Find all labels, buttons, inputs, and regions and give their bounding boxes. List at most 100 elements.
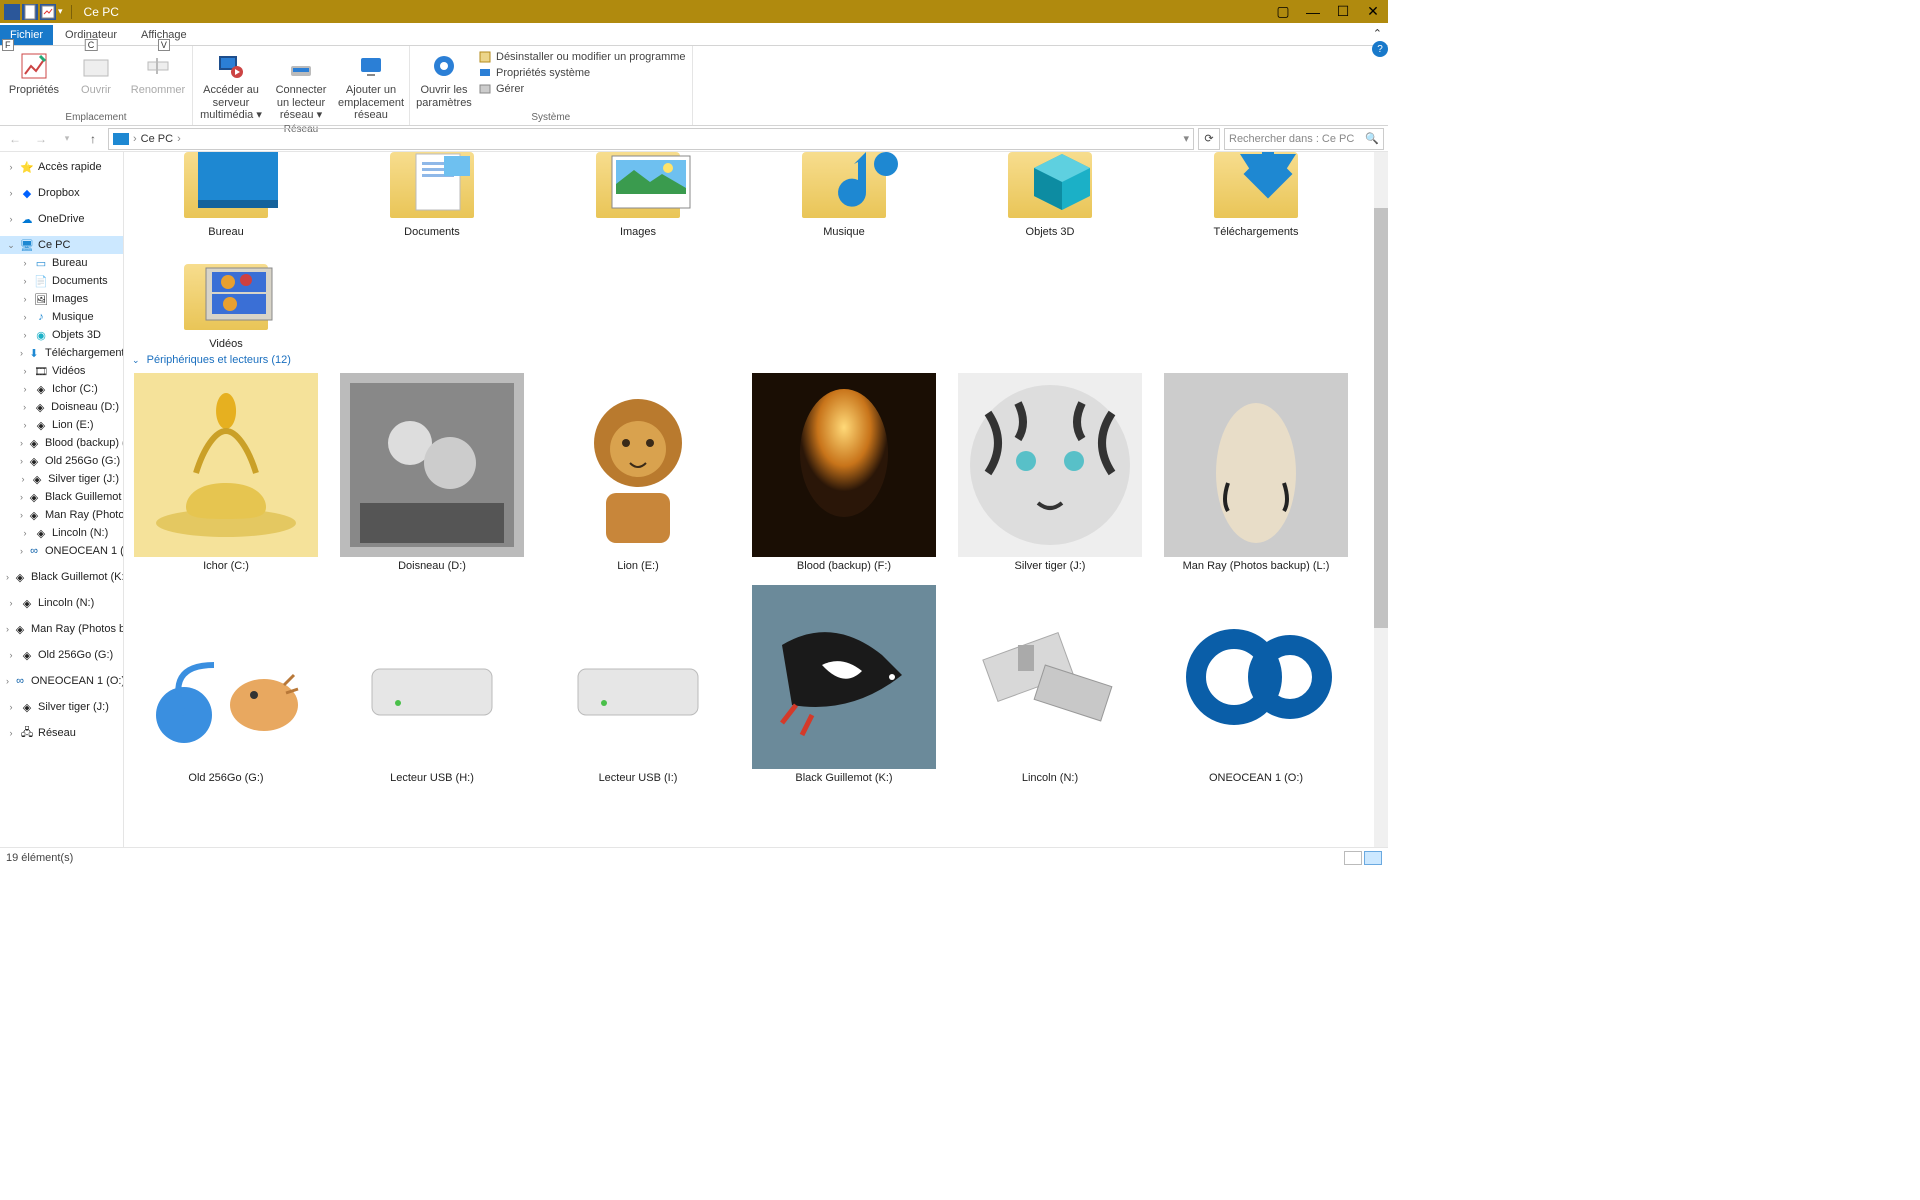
minimize-button[interactable]: —: [1298, 0, 1328, 23]
map-drive-button[interactable]: Connecter un lecteur réseau ▾: [269, 48, 333, 122]
drive-item[interactable]: Man Ray (Photos backup) (L:): [1162, 372, 1350, 572]
maximize-button[interactable]: ☐: [1328, 0, 1358, 23]
folder-item[interactable]: Musique: [750, 152, 938, 238]
keytip-view: V: [158, 39, 170, 51]
address-dropdown-icon[interactable]: ▾: [1183, 132, 1189, 145]
address-bar[interactable]: › Ce PC › ▾: [108, 128, 1194, 150]
search-input[interactable]: Rechercher dans : Ce PC 🔍: [1224, 128, 1384, 150]
folder-item[interactable]: Objets 3D: [956, 152, 1144, 238]
folder-item[interactable]: Vidéos: [132, 250, 320, 350]
titlebar: ▾ Ce PC ▢ — ☐ ✕: [0, 0, 1388, 23]
tree-manray[interactable]: ›◈Man Ray (Photos ba: [0, 506, 123, 524]
tree-blood[interactable]: ›◈Blood (backup) (F:): [0, 434, 123, 452]
properties-icon[interactable]: [40, 4, 56, 20]
tree-oneocean-2[interactable]: ›∞ONEOCEAN 1 (O:): [0, 672, 123, 690]
drive-item[interactable]: ONEOCEAN 1 (O:): [1162, 584, 1350, 784]
ribbon-group-reseau: Accéder au serveur multimédia ▾ Connecte…: [193, 46, 410, 125]
tree-quick-access[interactable]: ›⭐Accès rapide: [0, 158, 123, 176]
folder-label: Bureau: [208, 224, 243, 238]
tree-onedrive[interactable]: ›☁OneDrive: [0, 210, 123, 228]
tree-silvertiger[interactable]: ›◈Silver tiger (J:): [0, 470, 123, 488]
drive-item[interactable]: Blood (backup) (F:): [750, 372, 938, 572]
keytip-computer: C: [85, 39, 98, 51]
scrollbar-thumb[interactable]: [1374, 208, 1388, 628]
close-button[interactable]: ✕: [1358, 0, 1388, 23]
tree-blackguillemot[interactable]: ›◈Black Guillemot (K:): [0, 488, 123, 506]
quick-access-toolbar: ▾: [0, 4, 67, 20]
drive-item[interactable]: Silver tiger (J:): [956, 372, 1144, 572]
status-count: 19 élément(s): [6, 852, 73, 864]
tree-lincoln-2[interactable]: ›◈Lincoln (N:): [0, 594, 123, 612]
navigation-tree[interactable]: ›⭐Accès rapide ›◆Dropbox ›☁OneDrive ⌄🖥Ce…: [0, 152, 124, 847]
tree-lincoln[interactable]: ›◈Lincoln (N:): [0, 524, 123, 542]
media-server-button[interactable]: Accéder au serveur multimédia ▾: [199, 48, 263, 122]
tree-bureau[interactable]: ›▭Bureau: [0, 254, 123, 272]
window-title: Ce PC: [84, 5, 119, 19]
tab-file[interactable]: Fichier F: [0, 25, 53, 45]
drive-item[interactable]: Lecteur USB (I:): [544, 584, 732, 784]
collapse-ribbon-icon[interactable]: ⌃: [1373, 27, 1382, 40]
tree-cepc[interactable]: ⌄🖥Ce PC: [0, 236, 123, 254]
status-bar: 19 élément(s): [0, 847, 1388, 867]
drive-item[interactable]: Lincoln (N:): [956, 584, 1144, 784]
ribbon-tabs: Fichier F Ordinateur C Affichage V ⌃ ?: [0, 23, 1388, 46]
view-large-icons-button[interactable]: [1364, 851, 1382, 865]
tree-documents[interactable]: ›📄Documents: [0, 272, 123, 290]
drive-item[interactable]: Lecteur USB (H:): [338, 584, 526, 784]
drive-item[interactable]: Black Guillemot (K:): [750, 584, 938, 784]
open-button[interactable]: Ouvrir: [68, 48, 124, 110]
forward-button[interactable]: →: [30, 128, 52, 150]
drive-label: Ichor (C:): [203, 558, 249, 572]
drive-item[interactable]: Old 256Go (G:): [132, 584, 320, 784]
drive-item[interactable]: Ichor (C:): [132, 372, 320, 572]
tree-reseau[interactable]: ›🖧Réseau: [0, 724, 123, 742]
tree-oneocean[interactable]: ›∞ONEOCEAN 1 (O:): [0, 542, 123, 560]
ribbon-group-emplacement: Propriétés Ouvrir Renommer Emplacement: [0, 46, 193, 125]
properties-button[interactable]: Propriétés: [6, 48, 62, 110]
section-devices-header[interactable]: ⌄ Périphériques et lecteurs (12): [132, 350, 1380, 372]
breadcrumb-cepc[interactable]: Ce PC: [141, 133, 173, 145]
pc-icon: [113, 133, 129, 145]
folder-item[interactable]: Documents: [338, 152, 526, 238]
tree-old256[interactable]: ›◈Old 256Go (G:): [0, 452, 123, 470]
rename-button[interactable]: Renommer: [130, 48, 186, 110]
system-properties-button[interactable]: Propriétés système: [478, 66, 686, 80]
folder-item[interactable]: Images: [544, 152, 732, 238]
recent-dropdown[interactable]: ▾: [56, 128, 78, 150]
tree-blackguillemot-2[interactable]: ›◈Black Guillemot (K:): [0, 568, 123, 586]
open-settings-button[interactable]: Ouvrir les paramètres: [416, 48, 472, 110]
tree-images[interactable]: ›🖼Images: [0, 290, 123, 308]
help-icon[interactable]: ?: [1372, 41, 1388, 57]
crumb-sep: ›: [133, 133, 137, 145]
tree-musique[interactable]: ›♪Musique: [0, 308, 123, 326]
add-network-location-button[interactable]: Ajouter un emplacement réseau: [339, 48, 403, 122]
tree-doisneau[interactable]: ›◈Doisneau (D:): [0, 398, 123, 416]
manage-button[interactable]: Gérer: [478, 82, 686, 96]
back-button[interactable]: ←: [4, 128, 26, 150]
tree-silvertiger-2[interactable]: ›◈Silver tiger (J:): [0, 698, 123, 716]
view-details-button[interactable]: [1344, 851, 1362, 865]
up-button[interactable]: ↑: [82, 128, 104, 150]
tree-ichor[interactable]: ›◈Ichor (C:): [0, 380, 123, 398]
drive-label: Old 256Go (G:): [188, 770, 263, 784]
ribbon-display-icon[interactable]: ▢: [1268, 0, 1298, 23]
tab-computer[interactable]: Ordinateur C: [53, 25, 129, 45]
tree-objets3d[interactable]: ›◉Objets 3D: [0, 326, 123, 344]
folder-item[interactable]: Téléchargements: [1162, 152, 1350, 238]
qat-dropdown-icon[interactable]: ▾: [58, 6, 63, 17]
tree-dropbox[interactable]: ›◆Dropbox: [0, 184, 123, 202]
drive-item[interactable]: Doisneau (D:): [338, 372, 526, 572]
drive-item[interactable]: Lion (E:): [544, 372, 732, 572]
tree-telechargements[interactable]: ›⬇Téléchargements: [0, 344, 123, 362]
tree-videos[interactable]: ›🎞Vidéos: [0, 362, 123, 380]
content-pane[interactable]: Bureau DocumentsImagesMusiqueObjets 3DTél…: [124, 152, 1388, 847]
tree-lion[interactable]: ›◈Lion (E:): [0, 416, 123, 434]
uninstall-button[interactable]: Désinstaller ou modifier un programme: [478, 50, 686, 64]
tab-view[interactable]: Affichage V: [129, 25, 199, 45]
tree-manray-2[interactable]: ›◈Man Ray (Photos bac: [0, 620, 123, 638]
file-icon[interactable]: [22, 4, 38, 20]
app-icon: [4, 4, 20, 20]
folder-item[interactable]: Bureau: [132, 152, 320, 238]
refresh-button[interactable]: ⟳: [1198, 128, 1220, 150]
tree-old256-2[interactable]: ›◈Old 256Go (G:): [0, 646, 123, 664]
